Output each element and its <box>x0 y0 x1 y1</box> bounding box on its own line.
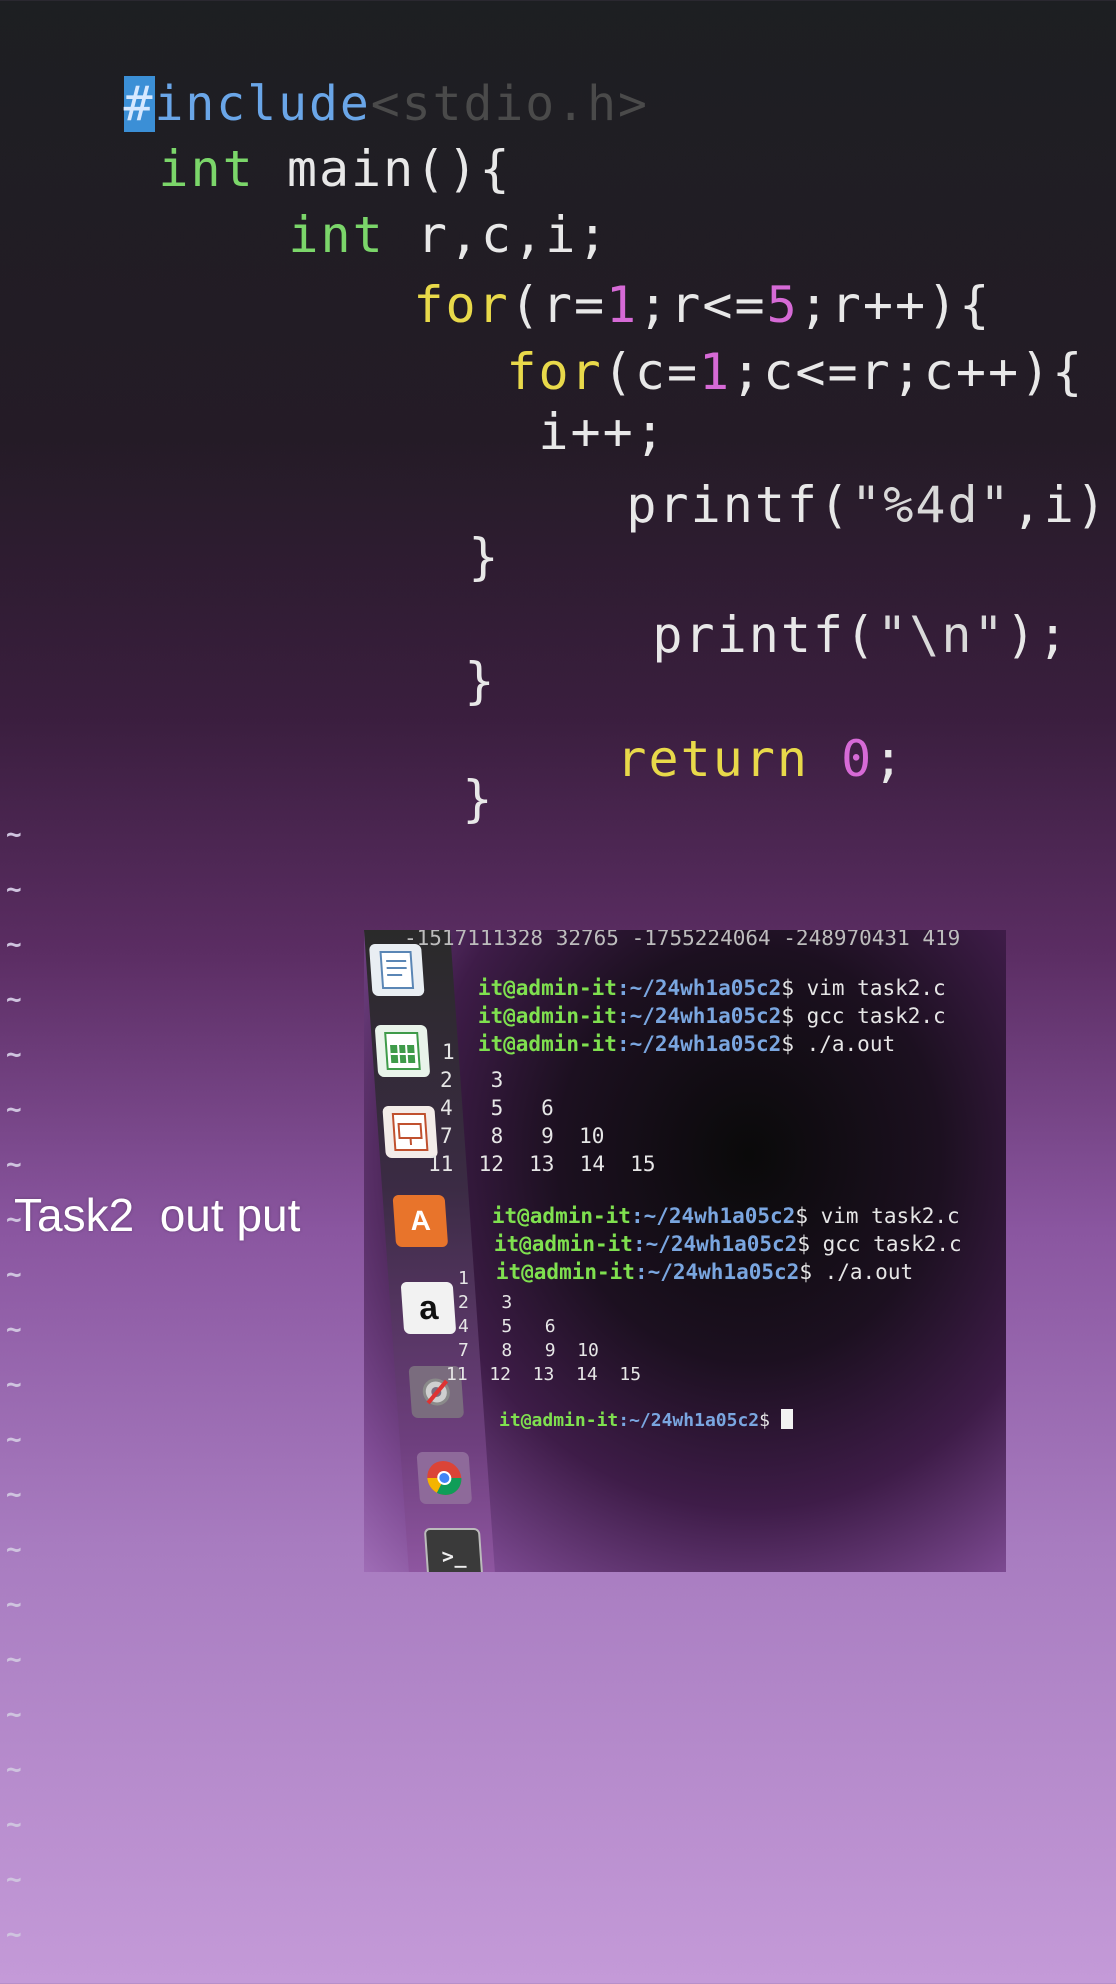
code-line-close-main: } <box>462 770 495 828</box>
output-row: 7 8 9 10 <box>440 1124 605 1148</box>
tilde-marker: ~ <box>6 1920 22 1950</box>
output-row: 4 5 6 <box>458 1316 556 1337</box>
output-row: 11 12 13 14 15 <box>428 1152 656 1176</box>
output-row: 2 3 <box>458 1292 513 1313</box>
tilde-marker: ~ <box>6 1480 22 1510</box>
tilde-marker: ~ <box>6 1700 22 1730</box>
tilde-marker: ~ <box>6 1810 22 1840</box>
tilde-marker: ~ <box>6 1260 22 1290</box>
tilde-marker: ~ <box>6 1535 22 1565</box>
tilde-marker: ~ <box>6 1315 22 1345</box>
tilde-marker: ~ <box>6 930 22 960</box>
tilde-marker: ~ <box>6 1590 22 1620</box>
tilde-marker: ~ <box>6 1370 22 1400</box>
tilde-marker: ~ <box>6 1755 22 1785</box>
output-row: 4 5 6 <box>440 1096 554 1120</box>
tilde-marker: ~ <box>6 875 22 905</box>
tilde-marker: ~ <box>6 820 22 850</box>
tilde-marker: ~ <box>6 1095 22 1125</box>
output-row: 1 <box>458 1268 469 1289</box>
caption-label: Task2 out put <box>14 1189 301 1241</box>
output-row: 2 3 <box>440 1068 504 1092</box>
terminal-text-area: -1517111328 32765 -1755224064 -248970431… <box>400 930 1000 1572</box>
terminal-cursor <box>780 1409 793 1429</box>
vim-editor: #include<stdio.h> int main(){ int r,c,i;… <box>0 0 1116 828</box>
output-row: 11 12 13 14 15 <box>446 1364 642 1385</box>
output-row: 1 <box>442 1040 455 1064</box>
code-line-return: return 0; <box>616 730 906 788</box>
tilde-marker: ~ <box>6 1645 22 1675</box>
tilde-marker: ~ <box>6 1150 22 1180</box>
tilde-marker: ~ <box>6 1425 22 1455</box>
output-row: 7 8 9 10 <box>458 1340 599 1361</box>
tilde-marker: ~ <box>6 1040 22 1070</box>
tilde-marker: ~ <box>6 985 22 1015</box>
tilde-marker: ~ <box>6 1865 22 1895</box>
terminal-prompt-line[interactable]: it@admin-it:~/24wh1a05c2$ <box>434 1388 793 1452</box>
terminal-output-photo: A a >_ -1517111328 32765 -1755224064 -24… <box>364 930 1006 1572</box>
terminal-prev-output-line: -1517111328 32765 -1755224064 -248970431… <box>404 930 961 950</box>
